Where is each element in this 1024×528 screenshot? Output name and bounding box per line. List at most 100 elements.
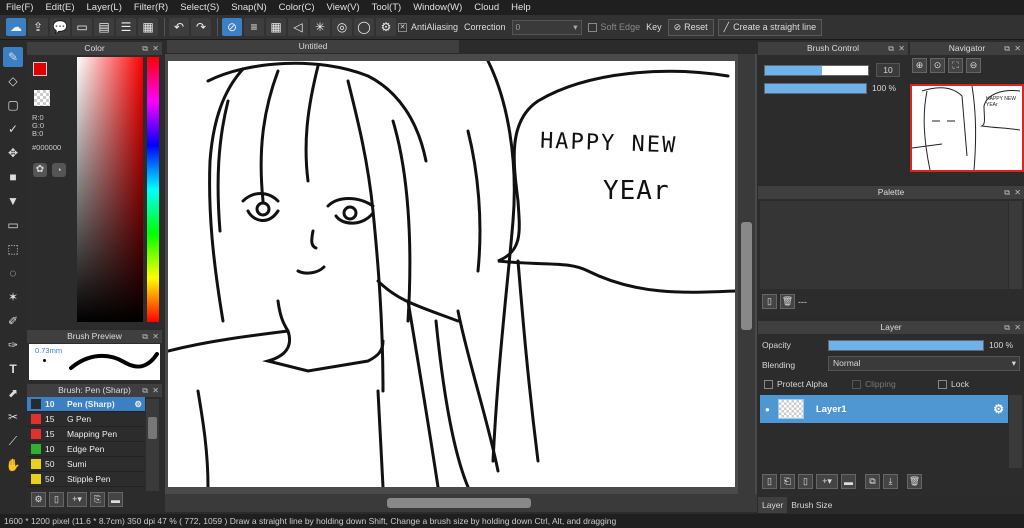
- list-icon[interactable]: ☰: [116, 18, 136, 36]
- layer-scrollbar[interactable]: [1009, 395, 1022, 468]
- new-layer-1bit-icon[interactable]: ▯: [798, 474, 813, 489]
- comment-icon[interactable]: ▭: [72, 18, 92, 36]
- float-icon[interactable]: ⧉: [142, 330, 148, 343]
- primary-color-swatch[interactable]: [33, 62, 47, 76]
- new-palette-icon[interactable]: ▯: [762, 294, 777, 309]
- float-icon[interactable]: ⧉: [1004, 186, 1010, 199]
- straight-line-button[interactable]: ╱ Create a straight line: [717, 18, 823, 36]
- radial-snap-icon[interactable]: ✳: [310, 18, 330, 36]
- palette-icon[interactable]: ✿: [33, 163, 47, 177]
- tab-layer[interactable]: Layer: [758, 497, 788, 513]
- menu-snap[interactable]: Snap(N): [225, 2, 272, 13]
- zoom-out-icon[interactable]: ⊖: [966, 58, 981, 73]
- menu-window[interactable]: Window(W): [407, 2, 468, 13]
- marquee-tool-icon[interactable]: ⬚: [3, 239, 23, 259]
- new-layer-icon[interactable]: ▯: [762, 474, 777, 489]
- menu-filter[interactable]: Filter(R): [128, 2, 174, 13]
- palette-swatches-area[interactable]: [760, 201, 1008, 289]
- close-icon[interactable]: ✕: [1014, 321, 1021, 334]
- scroll-thumb[interactable]: [148, 417, 157, 439]
- grid-icon[interactable]: ▦: [138, 18, 158, 36]
- blending-select[interactable]: Normal ▾: [828, 356, 1020, 371]
- color-mix-icon[interactable]: ◔: [52, 163, 66, 177]
- fill-rect-tool-icon[interactable]: ■: [3, 167, 23, 187]
- close-icon[interactable]: ✕: [1014, 42, 1021, 55]
- brush-list-scrollbar[interactable]: [146, 399, 159, 491]
- close-icon[interactable]: ✕: [898, 42, 905, 55]
- protect-alpha-checkbox[interactable]: [764, 380, 773, 390]
- speech-bubble-icon[interactable]: 💬: [50, 18, 70, 36]
- select-brush-tool-icon[interactable]: ✐: [3, 311, 23, 331]
- parallel-snap-icon[interactable]: ≡: [244, 18, 264, 36]
- menu-file[interactable]: File(F): [0, 2, 39, 13]
- layer-folder-icon[interactable]: ▬: [841, 474, 856, 489]
- menu-edit[interactable]: Edit(E): [39, 2, 80, 13]
- select-pen-icon[interactable]: ✓: [3, 119, 23, 139]
- float-icon[interactable]: ⧉: [142, 384, 148, 397]
- select-eraser-tool-icon[interactable]: ✑: [3, 335, 23, 355]
- float-icon[interactable]: ⧉: [1004, 42, 1010, 55]
- drawing-canvas[interactable]: HAPPY NEW YEAr: [168, 61, 735, 487]
- brush-list-item[interactable]: 50 Sumi: [27, 457, 145, 472]
- visibility-eye-icon[interactable]: ●: [765, 405, 770, 414]
- menu-help[interactable]: Help: [505, 2, 537, 13]
- float-icon[interactable]: ⧉: [142, 42, 148, 55]
- settings-icon[interactable]: ⚙: [376, 18, 396, 36]
- add-layer-dropdown-icon[interactable]: +▾: [816, 474, 838, 489]
- redo-icon[interactable]: ↷: [191, 18, 211, 36]
- layer-row[interactable]: ● Layer1 ⚙: [760, 395, 1008, 423]
- menu-view[interactable]: View(V): [321, 2, 366, 13]
- bucket-tool-icon[interactable]: ▼: [3, 191, 23, 211]
- hand-tool-icon[interactable]: ✋: [3, 455, 23, 475]
- canvas-vertical-scrollbar[interactable]: [738, 54, 755, 494]
- float-icon[interactable]: ⧉: [1004, 321, 1010, 334]
- close-icon[interactable]: ✕: [152, 384, 159, 397]
- fit-screen-icon[interactable]: ⛶: [948, 58, 963, 73]
- new-layer-8bit-icon[interactable]: ⎗: [780, 474, 795, 489]
- palette-scrollbar[interactable]: [1009, 201, 1022, 289]
- move-tool-icon[interactable]: ✥: [3, 143, 23, 163]
- folder-icon[interactable]: ▬: [108, 492, 123, 507]
- menu-tool[interactable]: Tool(T): [366, 2, 408, 13]
- correction-select[interactable]: 0 ▾: [511, 19, 582, 35]
- brush-settings-icon[interactable]: ⚙: [31, 492, 46, 507]
- new-brush-icon[interactable]: ▯: [49, 492, 64, 507]
- lasso-tool-icon[interactable]: ◌: [3, 263, 23, 283]
- magic-wand-tool-icon[interactable]: ✶: [3, 287, 23, 307]
- tab-brush-size[interactable]: Brush Size: [787, 497, 836, 513]
- close-icon[interactable]: ✕: [1014, 186, 1021, 199]
- close-icon[interactable]: ✕: [152, 42, 159, 55]
- menu-layer[interactable]: Layer(L): [81, 2, 128, 13]
- navigator-thumbnail[interactable]: HAPPY NEW YEAr: [910, 84, 1024, 172]
- undo-icon[interactable]: ↶: [169, 18, 189, 36]
- transparent-color-swatch[interactable]: [34, 90, 50, 106]
- eyedropper-tool-icon[interactable]: ⟋: [3, 431, 23, 451]
- frame-divider-tool-icon[interactable]: ✂: [3, 407, 23, 427]
- saturation-value-picker[interactable]: [77, 57, 143, 322]
- brush-size-slider[interactable]: [764, 65, 869, 76]
- delete-palette-icon[interactable]: 🗑: [780, 294, 795, 309]
- close-icon[interactable]: ✕: [152, 330, 159, 343]
- delete-layer-icon[interactable]: 🗑: [907, 474, 922, 489]
- text-tool-icon[interactable]: T: [3, 359, 23, 379]
- add-brush-icon[interactable]: +▾: [67, 492, 87, 507]
- brush-opacity-slider[interactable]: [764, 83, 867, 94]
- menu-cloud[interactable]: Cloud: [468, 2, 505, 13]
- brush-tool-icon[interactable]: ✎: [3, 47, 23, 67]
- grid-snap-icon[interactable]: ▦: [266, 18, 286, 36]
- zoom-in-icon[interactable]: ⊕: [912, 58, 927, 73]
- brush-size-value[interactable]: 10: [876, 63, 900, 77]
- antialiasing-checkbox[interactable]: ✕: [398, 22, 407, 32]
- brush-settings-gear-icon[interactable]: ⚙: [134, 399, 142, 410]
- share-icon[interactable]: ⇪: [28, 18, 48, 36]
- cloud-icon[interactable]: ☁: [6, 18, 26, 36]
- brush-list-item[interactable]: 10 Edge Pen: [27, 442, 145, 457]
- duplicate-layer-icon[interactable]: ⧉: [865, 474, 880, 489]
- soft-edge-checkbox[interactable]: [587, 22, 597, 32]
- copy-brush-icon[interactable]: ⎘: [90, 492, 105, 507]
- layer-opacity-slider[interactable]: [828, 340, 984, 351]
- float-icon[interactable]: ⧉: [888, 42, 894, 55]
- canvas-horizontal-scrollbar[interactable]: [165, 494, 757, 512]
- document-tab[interactable]: Untitled: [167, 40, 459, 53]
- concentric-snap-icon[interactable]: ◎: [332, 18, 352, 36]
